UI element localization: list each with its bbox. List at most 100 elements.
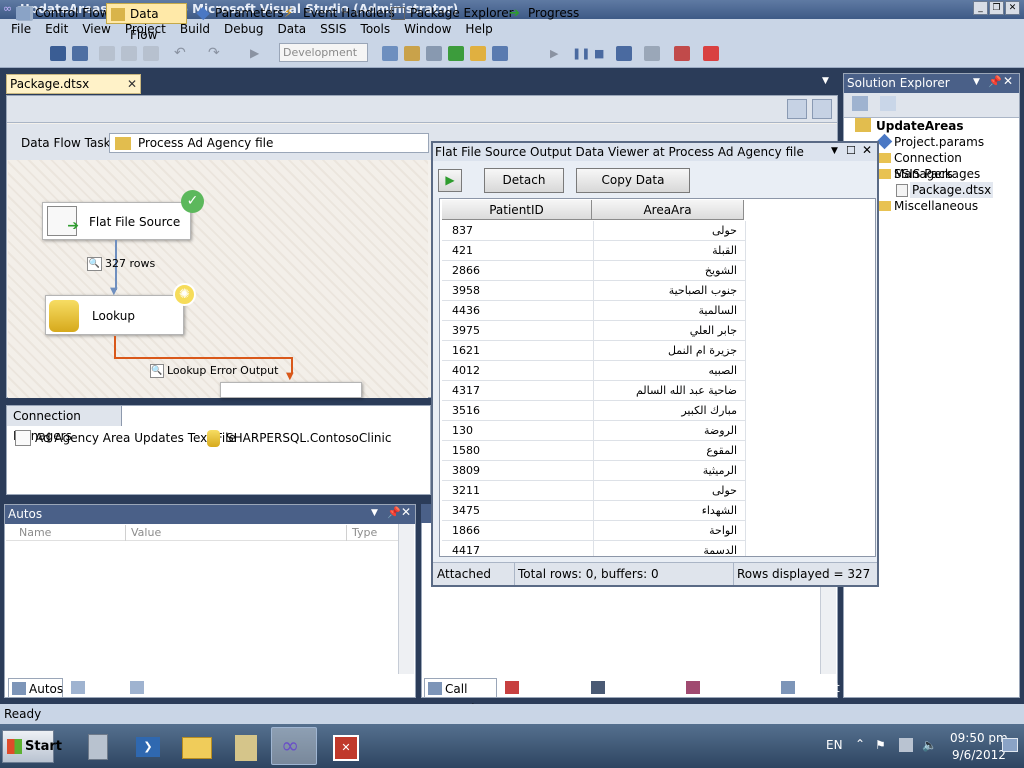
table-row[interactable]: 4012 الصبيه bbox=[442, 361, 746, 381]
table-row[interactable]: 2866 الشويخ bbox=[442, 261, 746, 281]
server-manager-icon[interactable] bbox=[75, 727, 121, 765]
project-node[interactable]: UpdateAreas bbox=[876, 118, 963, 134]
tree-item-ssis-packages[interactable]: SSIS Packages bbox=[894, 166, 980, 182]
access-icon[interactable]: ✕ bbox=[322, 727, 368, 765]
tab-data-flow[interactable]: Data Flow bbox=[106, 3, 187, 42]
table-row[interactable]: 3958 جنوب الصباحية bbox=[442, 281, 746, 301]
paste-icon[interactable] bbox=[143, 46, 159, 61]
toolbox-icon[interactable] bbox=[426, 46, 442, 61]
save-icon[interactable] bbox=[50, 46, 66, 61]
tree-item-miscellaneous[interactable]: Miscellaneous bbox=[894, 198, 978, 214]
language-indicator[interactable]: EN bbox=[826, 738, 843, 752]
lookup-node[interactable]: Lookup bbox=[45, 295, 184, 335]
tab-watch[interactable]: Watch 1 bbox=[127, 678, 196, 698]
chevron-down-icon[interactable]: ▼ bbox=[831, 146, 838, 156]
show-all-files-icon[interactable] bbox=[880, 96, 896, 111]
speaker-icon[interactable]: 🔈 bbox=[922, 738, 937, 752]
flat-file-source-node[interactable]: ➔ Flat File Source bbox=[42, 202, 191, 240]
close-icon[interactable]: ✕ bbox=[1003, 74, 1013, 88]
table-row[interactable]: 4317 ضاحية عبد الله السالم bbox=[442, 381, 746, 401]
autos-scrollbar[interactable] bbox=[398, 524, 414, 674]
table-row[interactable]: 3975 جابر العلي bbox=[442, 321, 746, 341]
table-row[interactable]: 3475 الشهداء bbox=[442, 501, 746, 521]
autos-col-name[interactable]: Name bbox=[19, 525, 51, 541]
table-row[interactable]: 1580 المقوع bbox=[442, 441, 746, 461]
clock-date[interactable]: 9/6/2012 bbox=[952, 748, 1006, 762]
ssms-tools-icon[interactable] bbox=[222, 727, 268, 765]
tab-call-stack[interactable]: Call Stack bbox=[424, 678, 497, 716]
tab-parameters[interactable]: Parameters bbox=[192, 3, 284, 24]
connection-item[interactable]: Ad Agency Area Updates Text File bbox=[35, 431, 236, 445]
column-header-patient-id[interactable]: PatientID bbox=[442, 200, 592, 220]
tree-item-package[interactable]: Package.dtsx bbox=[910, 182, 994, 198]
close-icon[interactable]: ✕ bbox=[127, 75, 137, 93]
copy-data-button[interactable]: Copy Data bbox=[576, 168, 690, 193]
tab-locals[interactable]: Locals bbox=[68, 678, 125, 698]
table-row[interactable]: 3809 الرميثية bbox=[442, 461, 746, 481]
ssis-icon[interactable] bbox=[470, 46, 486, 61]
show-desktop-icon[interactable] bbox=[1002, 738, 1018, 752]
breakpoint-icon[interactable] bbox=[674, 46, 690, 61]
pin-icon[interactable]: 📌 bbox=[988, 75, 1002, 88]
detach-button[interactable]: Detach bbox=[484, 168, 564, 193]
explorer-folder-icon[interactable] bbox=[173, 727, 219, 765]
connection-managers-tab[interactable]: Connection Managers bbox=[7, 406, 122, 443]
data-viewer-magnifier-icon[interactable]: 🔍 bbox=[150, 364, 164, 378]
chevron-down-icon[interactable]: ▼ bbox=[973, 77, 980, 87]
extensions-icon[interactable] bbox=[492, 46, 508, 61]
tab-command[interactable]: Command... bbox=[588, 678, 681, 698]
solution-configuration-select[interactable]: Development bbox=[279, 43, 368, 62]
toolbox-toggle-icon[interactable] bbox=[812, 99, 832, 119]
restart-icon[interactable] bbox=[616, 46, 632, 61]
continue-icon[interactable]: ▶ bbox=[550, 46, 566, 61]
powershell-icon[interactable]: ❯ bbox=[124, 727, 170, 765]
network-icon[interactable] bbox=[899, 738, 913, 752]
connection-item[interactable]: SHARPERSQL.ContosoClinic bbox=[226, 431, 391, 445]
design-canvas[interactable] bbox=[8, 160, 428, 398]
variables-icon[interactable] bbox=[448, 46, 464, 61]
tree-item-params[interactable]: Project.params bbox=[894, 134, 984, 150]
tab-immediate[interactable]: Immediate... bbox=[683, 678, 779, 698]
restore-button[interactable]: ❐ bbox=[989, 1, 1004, 15]
close-icon[interactable]: ✕ bbox=[862, 143, 872, 157]
close-icon[interactable]: ✕ bbox=[401, 505, 411, 519]
flag-icon[interactable]: ⚑ bbox=[875, 738, 889, 752]
properties-icon[interactable] bbox=[404, 46, 420, 61]
pin-icon[interactable]: 📌 bbox=[387, 506, 401, 519]
cut-icon[interactable] bbox=[99, 46, 115, 61]
play-icon[interactable]: ▶ bbox=[438, 169, 462, 192]
maximize-icon[interactable]: ☐ bbox=[846, 144, 856, 157]
chevron-up-icon[interactable]: ⌃ bbox=[855, 737, 865, 751]
table-row[interactable]: 4417 الدسمة bbox=[442, 541, 746, 556]
tab-autos[interactable]: Autos bbox=[8, 678, 63, 698]
autos-col-value[interactable]: Value bbox=[131, 525, 161, 541]
save-all-icon[interactable] bbox=[72, 46, 88, 61]
table-row[interactable]: 130 الروضة bbox=[442, 421, 746, 441]
tab-package-design[interactable]: Package.dtsx [Design] ✕ bbox=[6, 74, 141, 109]
tab-breakpoints[interactable]: Breakpoints bbox=[502, 678, 593, 698]
table-row[interactable]: 1621 جزيرة ام النمل bbox=[442, 341, 746, 361]
find-icon[interactable] bbox=[382, 46, 398, 61]
table-row[interactable]: 3516 مبارك الكبير bbox=[442, 401, 746, 421]
chevron-down-icon[interactable]: ▼ bbox=[371, 508, 378, 518]
step-into-icon[interactable] bbox=[644, 46, 660, 61]
column-header-area-ara[interactable]: AreaAra bbox=[592, 200, 744, 220]
table-row[interactable]: 837 حولى bbox=[442, 221, 746, 241]
table-row[interactable]: 421 القبلة bbox=[442, 241, 746, 261]
autos-col-type[interactable]: Type bbox=[352, 525, 377, 541]
copy-icon[interactable] bbox=[121, 46, 137, 61]
start-button[interactable]: Start bbox=[2, 730, 62, 763]
properties-icon[interactable] bbox=[852, 96, 868, 111]
data-viewer-magnifier-icon[interactable]: 🔍 bbox=[87, 257, 102, 271]
destination-node[interactable] bbox=[220, 382, 362, 398]
window-layout-icon[interactable] bbox=[703, 46, 719, 61]
close-window-button[interactable]: ✕ bbox=[1005, 1, 1020, 15]
start-debug-icon[interactable]: ▶ bbox=[250, 46, 266, 61]
minimize-button[interactable]: _ bbox=[973, 1, 988, 15]
zoom-icon[interactable] bbox=[787, 99, 807, 119]
tab-output[interactable]: Output bbox=[778, 678, 840, 698]
pause-icon[interactable]: ❚❚ bbox=[572, 46, 590, 61]
tab-control-flow[interactable]: Control Flow bbox=[12, 3, 110, 24]
table-row[interactable]: 1866 الواحة bbox=[442, 521, 746, 541]
stop-icon[interactable]: ■ bbox=[594, 46, 610, 61]
